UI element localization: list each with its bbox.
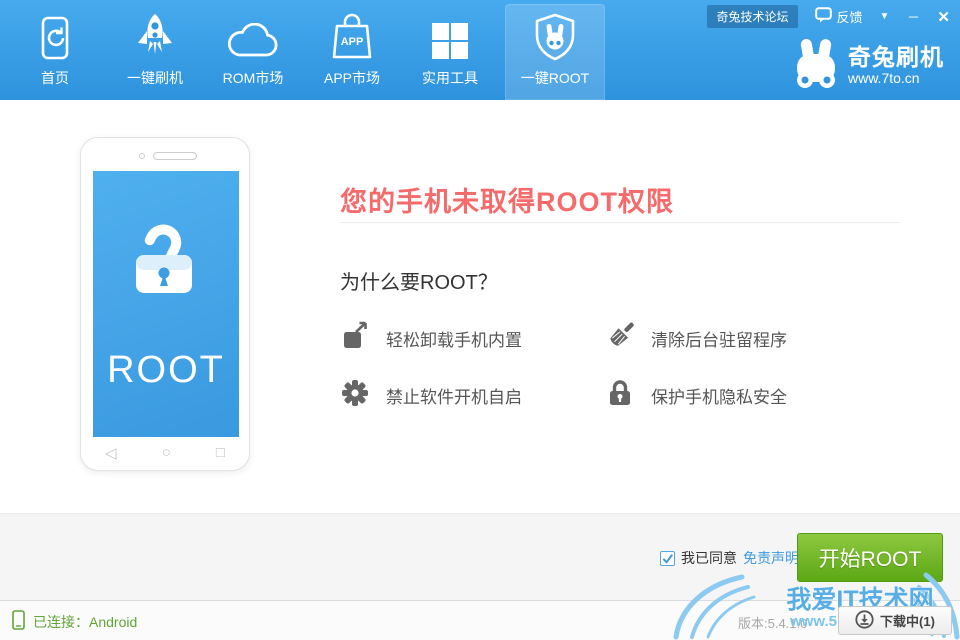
nav-label: 首页 — [41, 68, 69, 88]
download-manager-button[interactable]: 下载中(1) — [838, 606, 952, 635]
download-label: 下载中(1) — [880, 611, 935, 630]
connected-label: 已连接：Android — [33, 612, 137, 632]
nav-item-flash[interactable]: 一键刷机 — [108, 0, 202, 100]
brush-icon — [605, 321, 635, 356]
feedback-button[interactable]: 反馈 — [815, 7, 863, 26]
download-icon — [855, 610, 874, 632]
feedback-label: 反馈 — [837, 7, 863, 26]
phone-screen: ROOT — [93, 171, 239, 437]
nav-item-home[interactable]: 首页 — [18, 0, 92, 100]
agreement-row: 我已同意 免责声明 — [660, 548, 799, 568]
status-bar: 已连接：Android 版本:5.4.1.0 下载中(1) — [0, 600, 960, 640]
nav-item-app-market[interactable]: APP APP市场 — [305, 0, 399, 100]
app-bag-icon: APP — [330, 9, 374, 61]
svg-text:APP: APP — [341, 36, 364, 48]
connection-status: 已连接：Android — [12, 610, 137, 633]
agree-label: 我已同意 — [681, 548, 737, 568]
nav-label: ROM市场 — [223, 68, 284, 88]
forum-button[interactable]: 奇兔技术论坛 — [707, 5, 797, 28]
agree-checkbox[interactable] — [660, 551, 675, 566]
phone-speaker-slot — [153, 152, 197, 160]
connected-phone-icon — [12, 610, 25, 633]
app-window: 首页 一键刷机 — [0, 0, 960, 640]
nav-label: 实用工具 — [422, 68, 478, 88]
phone-refresh-icon — [38, 9, 72, 61]
grid-icon — [430, 9, 470, 61]
close-button[interactable]: ✕ — [937, 8, 950, 26]
disclaimer-link[interactable]: 免责声明 — [743, 548, 799, 568]
why-root-heading: 为什么要ROOT？ — [340, 266, 498, 295]
cloud-icon — [224, 9, 282, 61]
nav-item-tools[interactable]: 实用工具 — [403, 0, 497, 100]
gear-icon — [340, 378, 370, 413]
unlock-padlock-icon — [124, 217, 208, 302]
window-controls: 奇兔技术论坛 反馈 ▼ ─ ✕ — [707, 5, 950, 28]
feature-label: 清除后台驻留程序 — [651, 326, 787, 351]
title-divider — [340, 222, 900, 223]
android-recent-icon: □ — [216, 444, 225, 462]
phone-nav-buttons: ◁ ○ □ — [105, 444, 225, 462]
start-root-button[interactable]: 开始ROOT — [797, 533, 943, 582]
rabbit-logo-icon — [793, 38, 839, 93]
feature-label: 轻松卸载手机内置 — [386, 326, 522, 351]
menu-caret-icon[interactable]: ▼ — [880, 11, 890, 22]
rocket-icon — [135, 9, 175, 61]
nav-item-one-key-root-active[interactable]: 一键ROOT — [505, 4, 605, 100]
feature-uninstall: 轻松卸载手机内置 — [340, 322, 522, 354]
header: 首页 一键刷机 — [0, 0, 960, 100]
nav-label: APP市场 — [324, 68, 380, 88]
phone-illustration: ROOT ◁ ○ □ — [80, 137, 250, 471]
feature-privacy: 保护手机隐私安全 — [605, 379, 787, 411]
shield-rabbit-icon — [532, 9, 578, 61]
main-content: ROOT ◁ ○ □ 您的手机未取得ROOT权限 为什么要ROOT？ 轻松卸载手… — [0, 100, 960, 513]
feature-label: 禁止软件开机自启 — [386, 383, 522, 408]
android-home-icon: ○ — [162, 444, 171, 462]
nav-label: 一键ROOT — [521, 68, 589, 88]
lock-icon — [605, 378, 635, 413]
feature-clean: 清除后台驻留程序 — [605, 322, 787, 354]
page-title: 您的手机未取得ROOT权限 — [340, 180, 674, 219]
version-label: 版本:5.4.1.0 — [738, 613, 807, 632]
feature-label: 保护手机隐私安全 — [651, 383, 787, 408]
feature-autostart: 禁止软件开机自启 — [340, 379, 522, 411]
app-logo: 奇兔刷机 www.7to.cn — [793, 38, 944, 93]
minimize-button[interactable]: ─ — [906, 9, 920, 24]
logo-title: 奇兔刷机 — [848, 45, 944, 70]
footer-bar: 我已同意 免责声明 开始ROOT — [0, 513, 960, 600]
nav-label: 一键刷机 — [127, 68, 183, 88]
android-back-icon: ◁ — [105, 444, 117, 462]
uninstall-icon — [340, 321, 370, 356]
phone-camera-dot — [139, 153, 145, 159]
logo-url: www.7to.cn — [848, 70, 944, 86]
screen-root-label: ROOT — [93, 349, 239, 392]
nav-item-rom-market[interactable]: ROM市场 — [206, 0, 300, 100]
speech-bubble-icon — [815, 7, 832, 26]
